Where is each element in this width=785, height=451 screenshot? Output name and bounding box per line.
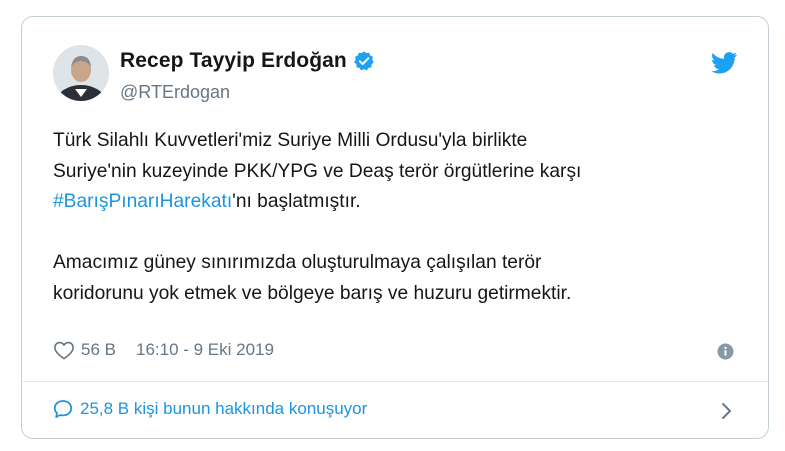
hashtag-link[interactable]: #BarışPınarıHarekatı xyxy=(53,191,232,212)
conversation-link[interactable]: 25,8 B kişi bunun hakkında konuşuyor xyxy=(53,399,367,419)
author-handle[interactable]: @RTErdogan xyxy=(120,82,230,103)
author-row: Recep Tayyip Erdoğan xyxy=(120,49,375,73)
tweet-text-line: Amacımız güney sınırımızda oluşturulmaya… xyxy=(53,252,542,273)
tweet-text-line: #BarışPınarıHarekatı'nı başlatmıştır. xyxy=(53,187,743,218)
avatar[interactable] xyxy=(53,45,109,101)
tweet-text-line: Suriye'nin kuzeyinde PKK/YPG ve Deaş ter… xyxy=(53,160,582,182)
author-name[interactable]: Recep Tayyip Erdoğan xyxy=(120,49,347,73)
tweet-text: Türk Silahlı Kuvvetleri'miz Suriye Milli… xyxy=(53,126,743,309)
heart-icon[interactable] xyxy=(53,340,75,360)
conversation-count[interactable]: 25,8 B kişi bunun hakkında konuşuyor xyxy=(80,399,367,419)
divider xyxy=(22,381,768,382)
tweet-text-fragment: 'nı başlatmıştır. xyxy=(232,191,361,212)
tweet-meta: 56 B 16:10 - 9 Eki 2019 xyxy=(53,340,274,360)
timestamp[interactable]: 16:10 - 9 Eki 2019 xyxy=(136,340,274,360)
speech-bubble-icon xyxy=(53,399,73,419)
tweet-text-line: koridorunu yok etmek ve bölgeye barış ve… xyxy=(53,282,572,304)
info-icon[interactable] xyxy=(717,343,734,360)
verified-badge-icon xyxy=(353,50,375,72)
chevron-right-icon[interactable] xyxy=(720,401,734,421)
twitter-bird-icon[interactable] xyxy=(710,52,738,74)
like-count[interactable]: 56 B xyxy=(81,340,116,360)
tweet-card: Recep Tayyip Erdoğan @RTErdogan Türk Sil… xyxy=(21,16,769,439)
tweet-text-line: Türk Silahlı Kuvvetleri'miz Suriye Milli… xyxy=(53,130,528,151)
